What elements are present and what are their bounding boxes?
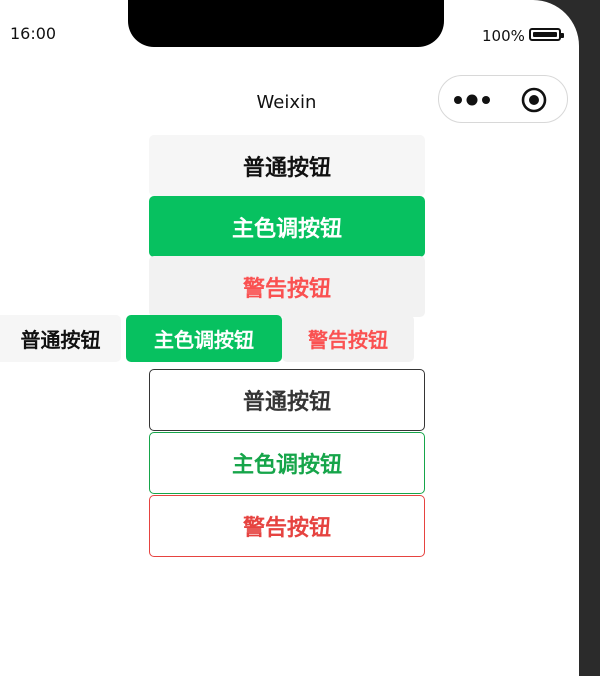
battery-percentage: 100% xyxy=(482,27,525,45)
battery-icon xyxy=(529,28,564,41)
mini-program-capsule[interactable] xyxy=(438,75,568,123)
plain-warn-button[interactable]: 警告按钮 xyxy=(149,495,425,557)
plain-default-button[interactable]: 普通按钮 xyxy=(149,369,425,431)
close-icon[interactable] xyxy=(521,87,547,113)
mini-warn-button[interactable]: 警告按钮 xyxy=(282,315,414,362)
default-button[interactable]: 普通按钮 xyxy=(149,135,425,196)
warn-button[interactable]: 警告按钮 xyxy=(149,256,425,317)
primary-button[interactable]: 主色调按钮 xyxy=(149,196,425,257)
status-time: 16:00 xyxy=(10,24,57,43)
mini-primary-button[interactable]: 主色调按钮 xyxy=(126,315,282,362)
device-notch xyxy=(128,0,444,47)
mini-default-button[interactable]: 普通按钮 xyxy=(0,315,121,362)
more-menu-icon[interactable] xyxy=(453,94,493,106)
phone-screen: 16:00 100% Weixin 普通按钮 主色调按钮 警告按钮 普通按钮 主… xyxy=(0,0,579,676)
plain-primary-button[interactable]: 主色调按钮 xyxy=(149,432,425,494)
